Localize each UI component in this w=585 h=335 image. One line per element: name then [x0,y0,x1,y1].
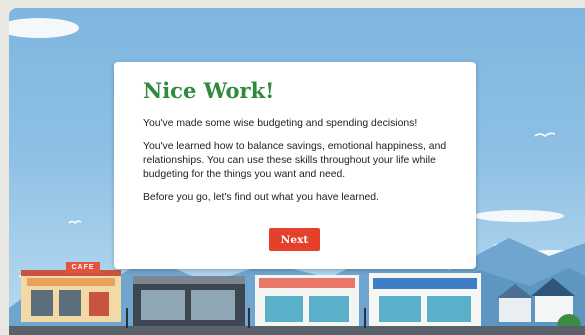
dialog-paragraph-1: You've made some wise budgeting and spen… [143,118,418,129]
dialog-title: Nice Work! [143,78,275,103]
next-button[interactable]: Next [269,228,320,251]
dialog-paragraph-3: Before you go, let's find out what you h… [143,192,379,203]
completion-dialog: Nice Work! You've made some wise budgeti… [114,62,476,269]
game-scene: CAFE Nice Work! You've made some wise bu… [9,8,585,335]
dialog-paragraph-2: You've learned how to balance savings, e… [143,141,447,180]
cafe-sign: CAFE [66,262,100,273]
